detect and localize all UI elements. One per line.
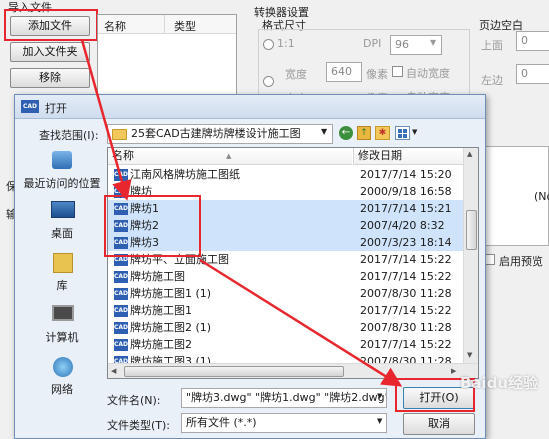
watermark: Baidu经验 bbox=[460, 374, 539, 392]
arrow-to-files bbox=[80, 39, 132, 201]
arrow-to-open bbox=[199, 258, 403, 387]
